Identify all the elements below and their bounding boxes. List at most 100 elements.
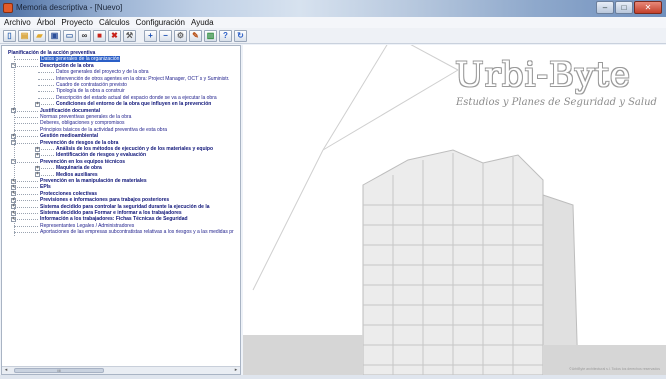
tree-connector bbox=[14, 129, 38, 131]
tree-connector bbox=[14, 136, 38, 138]
tree-connector bbox=[14, 213, 38, 214]
tree-node-label: Sistema decidido para Formar e informar … bbox=[40, 210, 182, 216]
tree-node[interactable]: Protecciones colectivas bbox=[40, 191, 97, 197]
tree-node[interactable]: Deberes, obligaciones y compromisos bbox=[40, 120, 124, 126]
binoculars-icon[interactable]: ∞ bbox=[78, 29, 91, 42]
help-icon[interactable]: ? bbox=[219, 29, 232, 42]
tree-node[interactable]: Tipología de la obra a construir bbox=[56, 88, 125, 94]
tree-node[interactable]: Representantes Legales / Administradores bbox=[40, 223, 134, 229]
red-stop-icon[interactable]: ■ bbox=[93, 29, 106, 42]
tree-connector bbox=[38, 97, 54, 99]
menu-configuracion[interactable]: Configuración bbox=[134, 17, 189, 28]
tree-connector bbox=[14, 56, 15, 236]
save-icon[interactable]: ▣ bbox=[48, 29, 61, 42]
tree-node[interactable]: Sistema decidido para controlar la segur… bbox=[40, 204, 210, 210]
tree-node-label: Datos generales del proyecto y de la obr… bbox=[56, 69, 149, 76]
tree-node[interactable]: Descripción de la obra bbox=[40, 63, 94, 69]
menu-proyecto[interactable]: Proyecto bbox=[59, 17, 97, 28]
new-icon[interactable]: ▯ bbox=[3, 29, 16, 42]
tree-node-label: Justificación documental bbox=[40, 107, 101, 114]
expand-icon[interactable]: + bbox=[35, 146, 40, 152]
tree-connector bbox=[38, 174, 54, 176]
tree-node-label: Análisis de los métodos de ejecución y d… bbox=[56, 146, 213, 152]
tree-node-label: Maquinaria de obra bbox=[56, 165, 102, 172]
plus-icon[interactable]: + bbox=[144, 29, 157, 42]
tree-node[interactable]: Aportaciones de las empresas subcontrati… bbox=[40, 229, 234, 235]
title-bar[interactable]: Memoria descriptiva - [Nuevo] – □ ✕ bbox=[0, 0, 666, 17]
close-button[interactable]: ✕ bbox=[634, 1, 662, 14]
expand-icon[interactable]: + bbox=[35, 172, 40, 178]
pencil-icon[interactable]: ✎ bbox=[189, 29, 202, 42]
app-icon[interactable] bbox=[3, 3, 13, 13]
tree-node[interactable]: Prevención en la manipulación de materia… bbox=[40, 178, 147, 184]
tree-node[interactable]: Prevención en los equipos técnicos bbox=[40, 159, 125, 165]
tree-connector bbox=[38, 78, 54, 80]
tree-connector bbox=[38, 91, 54, 93]
tree-node-label: Información a los trabajadores: Fichas T… bbox=[40, 216, 188, 223]
tree-node[interactable]: Datos generales del proyecto y de la obr… bbox=[56, 69, 149, 75]
menu-ayuda[interactable]: Ayuda bbox=[189, 17, 218, 28]
tree-node[interactable]: Información a los trabajadores: Fichas T… bbox=[40, 216, 188, 222]
tree-node[interactable]: Identificación de riesgos y evaluación bbox=[56, 152, 146, 158]
expand-icon[interactable]: + bbox=[35, 152, 40, 158]
tree-connector bbox=[14, 232, 38, 234]
expand-icon[interactable]: + bbox=[35, 101, 40, 107]
tree-connector bbox=[38, 149, 54, 150]
minus-icon[interactable]: − bbox=[159, 29, 172, 42]
tree-node[interactable]: Justificación documental bbox=[40, 108, 100, 114]
tool-icon[interactable]: ⚙ bbox=[174, 29, 187, 42]
menu-arbol[interactable]: Árbol bbox=[35, 17, 60, 28]
tree-node[interactable]: Prevención de riesgos de la obra bbox=[40, 140, 118, 146]
content-pane: Urbi-Byte Estudios y Planes de Seguridad… bbox=[243, 45, 666, 375]
tree-connector bbox=[38, 168, 54, 170]
tree-node-label: Aportaciones de las empresas subcontrati… bbox=[40, 229, 234, 236]
print-icon[interactable]: ▭ bbox=[63, 29, 76, 42]
tree-root[interactable]: Planificación de la acción preventiva bbox=[8, 50, 95, 56]
tree-node[interactable]: Sistema decidido para Formar e informar … bbox=[40, 210, 182, 216]
menu-calculos[interactable]: Cálculos bbox=[97, 17, 134, 28]
tree-node[interactable]: Medios auxiliares bbox=[56, 172, 98, 178]
tree-node-label: Deberes, obligaciones y compromisos bbox=[40, 120, 125, 127]
tree-node-label: Normas preventivas generales de la obra bbox=[40, 114, 132, 120]
tree-node[interactable]: Maquinaria de obra bbox=[56, 165, 102, 171]
horizontal-scrollbar[interactable]: ◂ III ▸ bbox=[2, 366, 240, 374]
tree-node[interactable]: Intervención de otros agentes en la obra… bbox=[56, 76, 229, 82]
red-cross-icon[interactable]: ✖ bbox=[108, 29, 121, 42]
window-title: Memoria descriptiva - [Nuevo] bbox=[16, 3, 123, 12]
chart-icon[interactable]: ▥ bbox=[204, 29, 217, 42]
tree-node-label: Sistema decidido para controlar la segur… bbox=[40, 203, 210, 210]
tree-node[interactable]: Cuadro de contratación previsto bbox=[56, 82, 127, 88]
scroll-right-icon[interactable]: ▸ bbox=[232, 367, 240, 374]
refresh-icon[interactable]: ↻ bbox=[234, 29, 247, 42]
tree-panel[interactable]: Planificación de la acción preventiva Dat… bbox=[1, 45, 241, 375]
tree-node-label: Planificación de la acción preventiva bbox=[8, 50, 96, 56]
tree-node-label: Previsiones e informaciones para trabajo… bbox=[40, 197, 170, 204]
tree-node[interactable]: Gestión medioambiental bbox=[40, 133, 98, 139]
tree-node[interactable]: Previsiones e informaciones para trabajo… bbox=[40, 197, 169, 203]
tree-connector bbox=[14, 225, 38, 227]
scroll-thumb[interactable]: III bbox=[14, 368, 104, 373]
hammer-icon[interactable]: ⚒ bbox=[123, 29, 136, 42]
tree-connector bbox=[38, 104, 54, 106]
menu-bar: Archivo Árbol Proyecto Cálculos Configur… bbox=[0, 17, 666, 28]
tree-node[interactable]: Datos generales de la organización bbox=[40, 56, 121, 63]
maximize-button[interactable]: □ bbox=[615, 1, 633, 14]
tree-node[interactable]: Normas preventivas generales de la obra bbox=[40, 114, 131, 120]
application-window: Memoria descriptiva - [Nuevo] – □ ✕ Arch… bbox=[0, 0, 666, 379]
expand-icon[interactable]: + bbox=[35, 165, 40, 171]
menu-archivo[interactable]: Archivo bbox=[2, 17, 35, 28]
minimize-button[interactable]: – bbox=[596, 1, 614, 14]
scroll-left-icon[interactable]: ◂ bbox=[2, 367, 10, 374]
tree-connector bbox=[14, 123, 38, 125]
open-icon[interactable]: ▤ bbox=[18, 29, 31, 42]
tree-connector bbox=[14, 193, 38, 195]
tree-node[interactable]: Descripción del estado actual del espaci… bbox=[56, 95, 217, 101]
tree-connector bbox=[14, 206, 38, 208]
tree-node-label: Principios básicos de la actividad preve… bbox=[40, 126, 168, 133]
tree-node-label: Descripción del estado actual del espaci… bbox=[56, 94, 217, 101]
tree-node[interactable]: EPIs bbox=[40, 184, 51, 190]
tree-node[interactable]: Condiciones del entorno de la obra que i… bbox=[56, 101, 211, 107]
folder-icon[interactable]: ▰ bbox=[33, 29, 46, 42]
tree-node[interactable]: Análisis de los métodos de ejecución y d… bbox=[56, 146, 213, 152]
tree-node[interactable]: Principios básicos de la actividad preve… bbox=[40, 127, 167, 133]
